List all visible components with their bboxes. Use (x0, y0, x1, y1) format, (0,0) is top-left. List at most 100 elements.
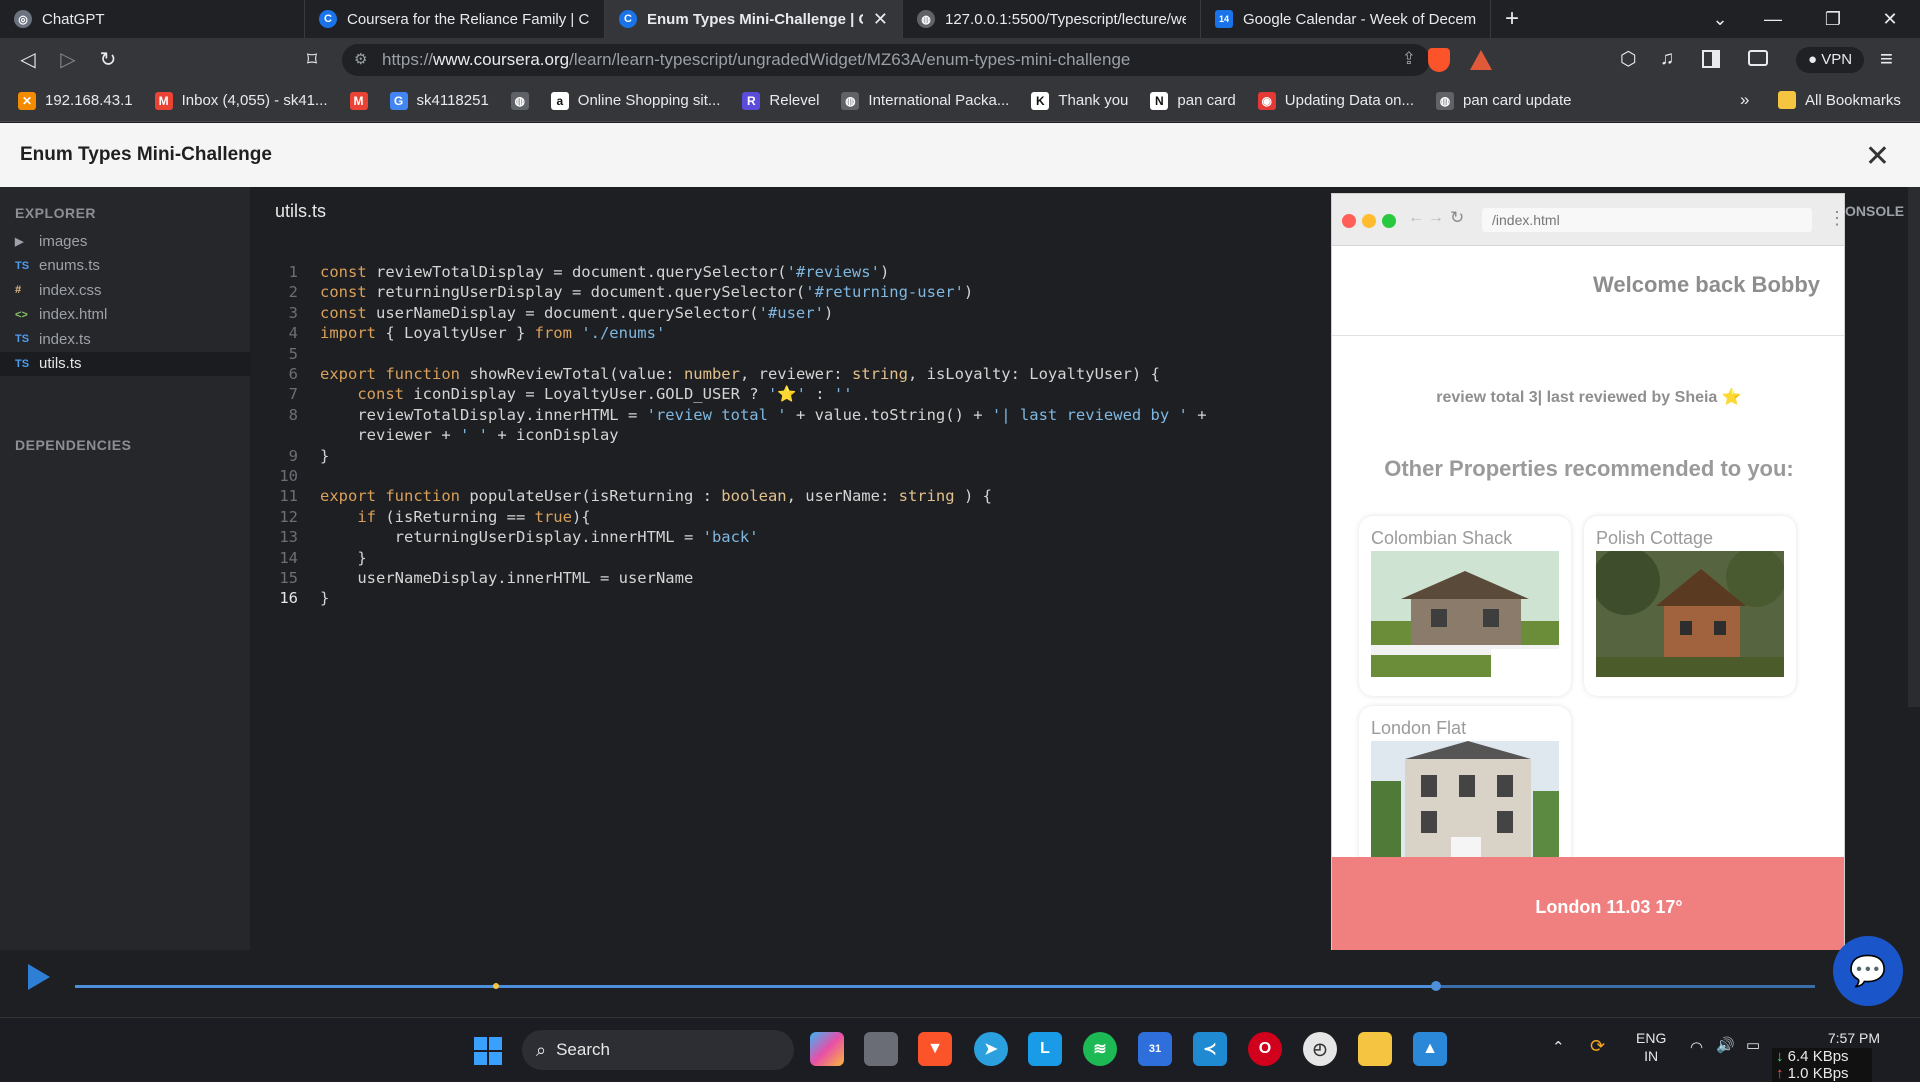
l-app-icon[interactable]: L (1028, 1032, 1062, 1066)
brave-browser-icon[interactable]: ▼ (918, 1032, 952, 1066)
close-icon[interactable]: ✕ (1865, 139, 1890, 174)
file-item[interactable]: TS utils.ts (0, 351, 250, 376)
line-number: 6 (288, 365, 298, 383)
bookmarks-more-button[interactable]: » (1740, 90, 1749, 110)
code-line[interactable]: export function populateUser(isReturning… (320, 487, 992, 505)
bookmark-item[interactable]: ◉ Updating Data on... (1257, 91, 1414, 110)
volume-icon[interactable]: 🔊 (1716, 1036, 1735, 1054)
taskbar-search[interactable]: ⌕ Search (522, 1030, 794, 1070)
file-item[interactable]: # index.css (0, 278, 250, 302)
bookmark-item[interactable]: Npan card (1150, 91, 1236, 110)
play-icon[interactable] (28, 964, 50, 990)
back-button[interactable]: ◁ (8, 38, 48, 80)
file-item[interactable]: ▶ images (0, 229, 250, 253)
console-tab[interactable]: ONSOLE (1845, 203, 1904, 219)
property-card[interactable]: Colombian Shack (1359, 516, 1571, 696)
bookmark-item[interactable]: ✕ 192.168.43.1 (18, 91, 133, 110)
vscode-icon[interactable]: ≺ (1193, 1032, 1227, 1066)
chat-button[interactable]: 💬 (1833, 936, 1903, 1006)
bookmark-item[interactable]: K Thank you (1031, 91, 1128, 110)
copilot-icon[interactable] (810, 1032, 844, 1066)
more-options-icon[interactable]: ⋮ (1828, 208, 1844, 229)
progress-track[interactable] (75, 981, 1815, 991)
windows-start-icon[interactable] (474, 1037, 502, 1065)
bookmark-item[interactable]: ◍ (510, 91, 529, 110)
file-item[interactable]: TS index.ts (0, 327, 250, 351)
file-item[interactable]: TS enums.ts (0, 254, 250, 278)
refresh-icon[interactable]: ↻ (1450, 208, 1464, 228)
progress-knob[interactable] (1430, 981, 1441, 991)
code-line[interactable]: const userNameDisplay = document.querySe… (320, 304, 833, 322)
clock-app-icon[interactable]: ◴ (1303, 1032, 1337, 1066)
telegram-icon[interactable]: ➤ (974, 1032, 1008, 1066)
code-line[interactable]: const reviewTotalDisplay = document.quer… (320, 263, 889, 281)
all-bookmarks[interactable]: All Bookmarks (1778, 91, 1901, 109)
code-line[interactable]: userNameDisplay.innerHTML = userName (320, 569, 693, 587)
opera-icon[interactable]: O (1248, 1032, 1282, 1066)
brave-rewards-icon[interactable] (1470, 50, 1492, 70)
bookmark-item[interactable]: a Online Shopping sit... (550, 91, 720, 110)
code-line[interactable]: if (isReturning == true){ (320, 508, 590, 526)
file-item[interactable]: <> index.html (0, 303, 250, 327)
forward-arrow-icon[interactable]: → (1428, 209, 1444, 227)
minimize-button[interactable]: — (1748, 0, 1798, 38)
battery-icon[interactable]: ▭ (1746, 1036, 1760, 1054)
property-card[interactable]: Polish Cottage (1584, 516, 1796, 696)
code-line[interactable]: returningUserDisplay.innerHTML = 'back' (320, 528, 759, 546)
wallet-icon[interactable] (1748, 50, 1768, 66)
media-icon[interactable]: ♫ (1660, 48, 1674, 70)
tab-enum-types[interactable]: C Enum Types Mini-Challenge | Co ✕ (605, 0, 903, 38)
code-line[interactable]: const iconDisplay = LoyaltyUser.GOLD_USE… (320, 385, 852, 403)
menu-icon[interactable]: ≡ (1880, 46, 1893, 72)
timeline-marker[interactable] (493, 983, 500, 989)
task-view-icon[interactable] (864, 1032, 898, 1066)
chevron-up-icon[interactable]: ⌃ (1552, 1038, 1565, 1056)
file-explorer-icon[interactable] (1358, 1032, 1392, 1066)
close-tab-icon[interactable]: ✕ (873, 9, 888, 30)
bookmark-item[interactable]: ◍ International Packa... (841, 91, 1009, 110)
bookmark-item[interactable]: ◍ pan card update (1436, 91, 1571, 110)
code-line[interactable]: const returningUserDisplay = document.qu… (320, 283, 973, 301)
forward-button[interactable]: ▷ (48, 38, 88, 80)
address-bar[interactable]: ⚙ https://www.coursera.org/learn/learn-t… (342, 44, 1430, 76)
preview-url-field[interactable]: /index.html (1482, 208, 1812, 232)
code-line[interactable]: } (320, 589, 329, 607)
spotify-icon[interactable]: ≋ (1083, 1032, 1117, 1066)
code-line[interactable]: reviewTotalDisplay.innerHTML = 'review t… (320, 406, 1206, 424)
code-line[interactable]: reviewer + ' ' + iconDisplay (320, 426, 618, 444)
extensions-icon[interactable]: ⬡ (1620, 48, 1637, 71)
clock[interactable]: 7:57 PM (1800, 1030, 1880, 1046)
language-indicator[interactable]: ENG IN (1636, 1029, 1666, 1065)
tab-coursera-family[interactable]: C Coursera for the Reliance Family | Cou (305, 0, 605, 38)
bookmark-icon[interactable]: ⌑ (292, 38, 332, 80)
open-file-tab[interactable]: utils.ts (275, 201, 326, 222)
chevron-down-icon[interactable]: ⌄ (1695, 0, 1745, 38)
close-window-button[interactable]: ✕ (1865, 0, 1915, 38)
sidebar-toggle-icon[interactable] (1702, 50, 1720, 68)
editor-scrollbar[interactable] (1908, 187, 1920, 707)
reload-button[interactable]: ↻ (88, 38, 128, 80)
bookmark-item[interactable]: M Inbox (4,055) - sk41... (154, 91, 328, 110)
bookmark-item[interactable]: R Relevel (742, 91, 819, 110)
brave-shield-icon[interactable] (1428, 48, 1450, 72)
tab-chatgpt[interactable]: ◎ ChatGPT (0, 0, 305, 38)
wifi-icon[interactable]: ◠ (1690, 1038, 1703, 1056)
back-arrow-icon[interactable]: ← (1408, 209, 1424, 227)
code-line[interactable]: } (320, 447, 329, 465)
dependencies-heading[interactable]: DEPENDENCIES (15, 437, 131, 453)
site-settings-icon[interactable]: ⚙ (354, 50, 367, 68)
bookmark-item[interactable]: Gsk4118251 (389, 91, 489, 110)
code-line[interactable]: export function showReviewTotal(value: n… (320, 365, 1160, 383)
tab-localhost[interactable]: ◍ 127.0.0.1:5500/Typescript/lecture/wee (903, 0, 1201, 38)
code-line[interactable]: import { LoyaltyUser } from './enums' (320, 324, 665, 342)
code-line[interactable]: } (320, 549, 366, 567)
tab-google-calendar[interactable]: 14 Google Calendar - Week of December (1201, 0, 1491, 38)
photos-icon[interactable]: ▲ (1413, 1032, 1447, 1066)
maximize-button[interactable]: ❐ (1808, 0, 1858, 38)
calendar-app-icon[interactable]: 31 (1138, 1032, 1172, 1066)
new-tab-button[interactable]: + (1491, 0, 1541, 38)
share-icon[interactable]: ⇪ (1402, 49, 1416, 69)
vpn-button[interactable]: ● VPN (1796, 47, 1865, 73)
sync-icon[interactable]: ⟳ (1590, 1036, 1605, 1057)
bookmark-item[interactable]: M (349, 91, 368, 110)
